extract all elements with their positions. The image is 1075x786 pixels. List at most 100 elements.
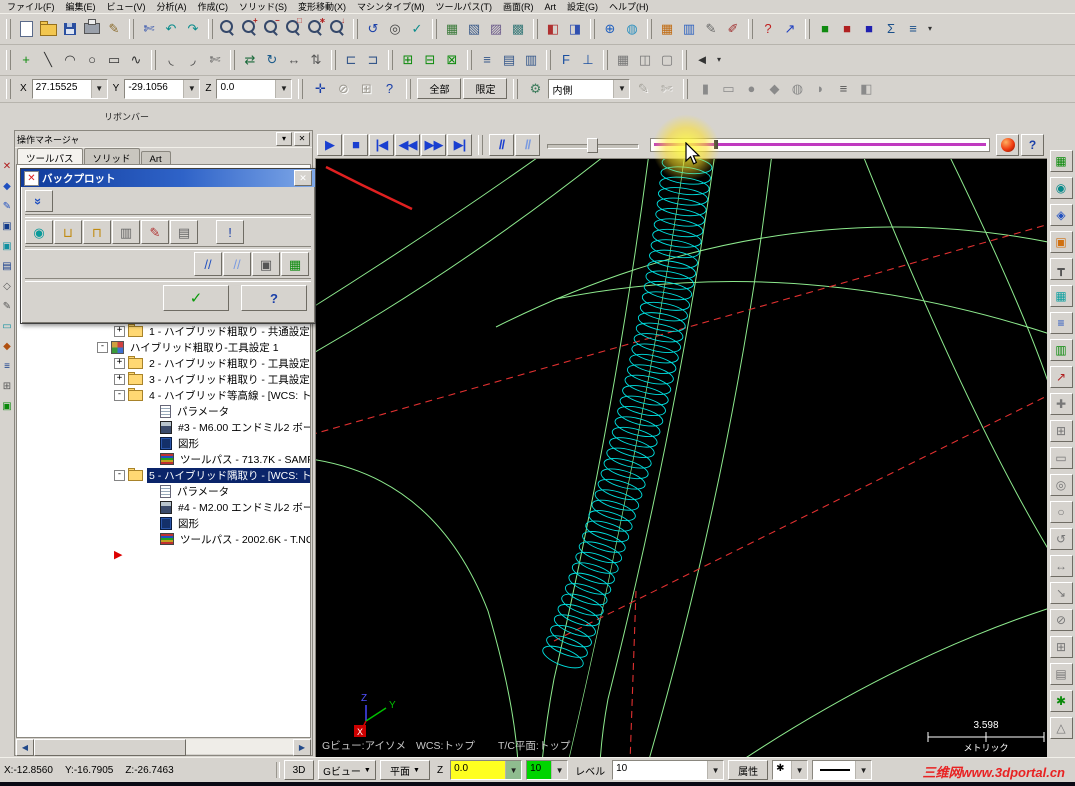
toolbar-grip[interactable] <box>208 19 213 39</box>
toolpath-tree-item[interactable]: +1 - ハイブリッド粗取り - 共通設定 <box>17 323 310 339</box>
create-point-icon[interactable]: + <box>15 49 37 71</box>
panel-close-button[interactable]: ✕ <box>294 132 310 146</box>
save-geometry-icon[interactable]: ▦ <box>281 252 309 276</box>
help-jump-icon[interactable]: ↗ <box>779 18 801 40</box>
chip-red-icon[interactable]: ■ <box>836 18 858 40</box>
solid-cylinder-icon[interactable]: ▮ <box>694 78 716 100</box>
target-gray-icon[interactable]: ◎ <box>1050 474 1073 496</box>
repaint-icon[interactable]: ✓ <box>406 18 428 40</box>
toolpath-tree-item[interactable]: ツールパス - 2002.6K - T.NC - <box>17 531 310 547</box>
menu-screen[interactable]: 画面(R) <box>498 0 540 14</box>
go-to-start-button[interactable]: |◀ <box>369 134 394 156</box>
color-dropdown-icon[interactable]: ▼ <box>551 761 567 779</box>
toolbar-grip[interactable] <box>467 50 472 70</box>
multi-columns-icon[interactable]: ▥ <box>678 18 700 40</box>
toolpath-tree-item[interactable]: -ハイブリッド粗取り-工具設定 1 <box>17 339 310 355</box>
backplot-titlebar[interactable]: ✕ バックプロット ✕ <box>21 169 315 187</box>
solid-cone-icon[interactable]: ◆ <box>763 78 785 100</box>
show-rapid-icon[interactable]: ▥ <box>112 220 140 244</box>
chip-blue-icon[interactable]: ■ <box>858 18 880 40</box>
step-back-button[interactable]: ◀◀ <box>395 134 420 156</box>
origin-snap-icon[interactable]: ⊘ <box>332 78 354 100</box>
dialog-close-button[interactable]: ✕ <box>294 170 312 186</box>
toolpath-tree-item[interactable]: #4 - M2.00 エンドミル2 ボール - <box>17 499 310 515</box>
close-dock-icon[interactable]: ✕ <box>1 160 14 173</box>
attributes-button[interactable]: 属性 <box>728 760 768 780</box>
xform-rotate-icon[interactable]: ↻ <box>261 49 283 71</box>
gview-menu-button[interactable]: Gビュー▼ <box>318 760 376 780</box>
solid-sphere-icon[interactable]: ● <box>740 78 762 100</box>
diamond-gray-icon[interactable]: ◇ <box>1 280 14 293</box>
sigma-icon[interactable]: Σ <box>880 18 902 40</box>
toolpath-tree-item[interactable]: +3 - ハイブリッド粗取り - 工具設定 <box>17 371 310 387</box>
xform-translate-icon[interactable]: ↔ <box>283 49 305 71</box>
expand-icon[interactable]: + <box>114 358 125 369</box>
color-select-combo[interactable]: 10 ▼ <box>526 760 568 780</box>
create-line-icon[interactable]: ╲ <box>37 49 59 71</box>
tri-gray-icon[interactable]: △ <box>1050 717 1073 739</box>
create-circle-icon[interactable]: ○ <box>81 49 103 71</box>
print-icon[interactable] <box>81 18 103 40</box>
line-style-dropdown-icon[interactable]: ▼ <box>855 761 871 779</box>
toolbar-grip[interactable] <box>590 19 595 39</box>
cursor-help-icon[interactable]: ? <box>378 78 400 100</box>
rect-teal-icon[interactable]: ▭ <box>1 320 14 333</box>
zoom-window-icon[interactable] <box>217 18 239 40</box>
grid-snap-icon[interactable]: ⊞ <box>355 78 377 100</box>
circle-gray-icon[interactable]: ○ <box>1050 501 1073 523</box>
level-dropdown-icon[interactable]: ▼ <box>707 761 723 779</box>
sketch-disabled-icon[interactable]: ✎ <box>632 78 654 100</box>
toolpath-tree-item[interactable]: -5 - ハイブリッド隅取り - [WCS: トッ <box>17 467 310 483</box>
menu-edit[interactable]: 編集(E) <box>61 0 102 14</box>
point-style-combo[interactable]: ✱ ▼ <box>772 760 808 780</box>
show-holder-icon[interactable]: ⊓ <box>83 220 111 244</box>
hatch-one-icon[interactable]: // <box>194 252 222 276</box>
expand-icon[interactable]: + <box>114 326 125 337</box>
plane-menu-button[interactable]: 平面▼ <box>380 760 430 780</box>
slider-handle[interactable] <box>587 138 598 153</box>
toolpath-tree-item[interactable]: パラメータ <box>17 403 310 419</box>
y-coord-dropdown-icon[interactable]: ▼ <box>183 80 199 98</box>
menu-machine-type[interactable]: マシンタイプ(M) <box>352 0 431 14</box>
offset-left-icon[interactable]: ⊏ <box>340 49 362 71</box>
panel-menu-button[interactable]: ▾ <box>276 132 292 146</box>
step-forward-button[interactable]: ▶▶ <box>421 134 446 156</box>
menu-view[interactable]: ビュー(V) <box>102 0 152 14</box>
toolbar-grip[interactable] <box>406 79 411 99</box>
backplot-stop-button[interactable]: ■ <box>343 134 368 156</box>
toolpath-tree-item[interactable]: 図形 <box>17 515 310 531</box>
panel-navy-icon[interactable]: ▣ <box>1 220 14 233</box>
toolbar-grip[interactable] <box>513 79 518 99</box>
wcs-icon[interactable]: ◈ <box>1050 204 1073 226</box>
menu-create[interactable]: 作成(C) <box>193 0 235 14</box>
solid-block-icon[interactable]: ▭ <box>717 78 739 100</box>
prev-view-icon[interactable]: ◄ <box>691 49 713 71</box>
align-list-icon[interactable]: ≡ <box>476 49 498 71</box>
details-toggle-button[interactable]: ! <box>216 220 244 244</box>
align-stack-icon[interactable]: ▥ <box>520 49 542 71</box>
snapshot-icon[interactable]: ▣ <box>252 252 280 276</box>
scroll-right-button[interactable]: ▶ <box>293 739 311 756</box>
font-tool-icon[interactable]: F <box>555 49 577 71</box>
menu-file[interactable]: ファイル(F) <box>2 0 61 14</box>
chain-options-icon[interactable]: ⚙ <box>524 78 546 100</box>
planes-icon[interactable]: ◉ <box>1050 177 1073 199</box>
null-gray-icon[interactable]: ⊘ <box>1050 609 1073 631</box>
add-gray-icon[interactable]: ✚ <box>1050 393 1073 415</box>
toolpath-tree-item[interactable]: パラメータ <box>17 483 310 499</box>
grid-cyan-icon[interactable]: ▦ <box>1050 285 1073 307</box>
toolpath-tree-item[interactable]: -4 - ハイブリッド等高線 - [WCS: ト <box>17 387 310 403</box>
fillet-icon[interactable]: ◟ <box>160 49 182 71</box>
tool-manager-icon[interactable]: ┳ <box>1050 258 1073 280</box>
scrollbar-thumb[interactable] <box>34 739 186 756</box>
toolpath-follow-button[interactable]: // <box>515 134 540 156</box>
z-depth-dropdown-icon[interactable]: ▼ <box>505 761 521 779</box>
toolbar-grip[interactable] <box>533 19 538 39</box>
xform-mirror-icon[interactable]: ⇄ <box>239 49 261 71</box>
tree-horizontal-scrollbar[interactable]: ◀ ▶ <box>16 739 311 754</box>
layers-gray-icon[interactable]: ▤ <box>1050 663 1073 685</box>
z-coord-input[interactable]: 0.0 ▼ <box>216 79 292 99</box>
toolpath-tree-item[interactable]: #3 - M6.00 エンドミル2 ボール - <box>17 419 310 435</box>
sketch-pencil-icon[interactable]: ✎ <box>1 200 14 213</box>
toolpath-tree-item[interactable]: 図形 <box>17 435 310 451</box>
